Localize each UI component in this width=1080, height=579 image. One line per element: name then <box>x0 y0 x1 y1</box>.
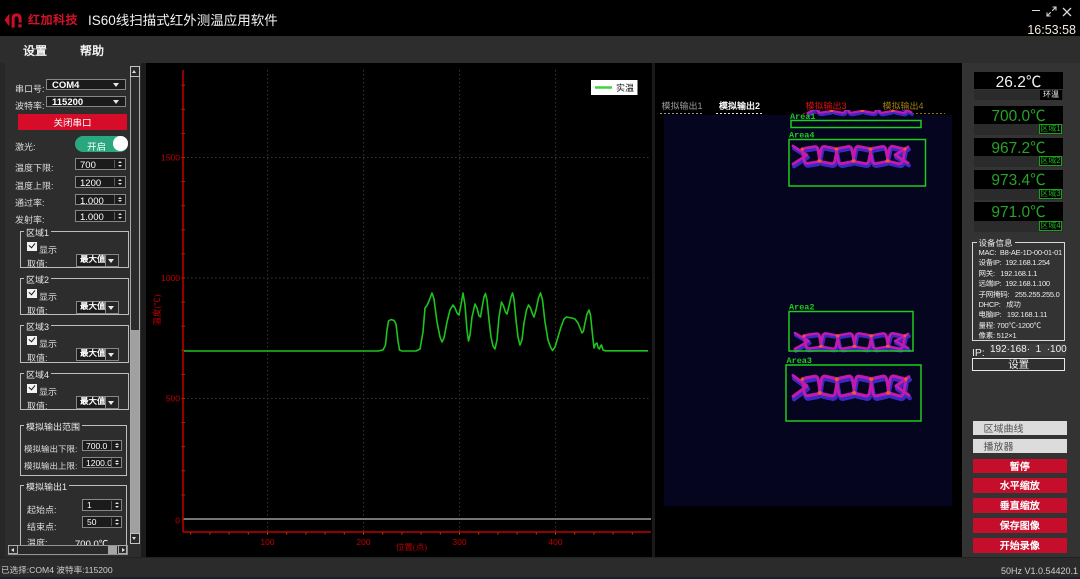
svg-text:400: 400 <box>548 537 562 547</box>
svg-text:Area4: Area4 <box>789 131 815 141</box>
svg-text:300: 300 <box>452 537 466 547</box>
svg-text:实温: 实温 <box>616 81 634 94</box>
svg-text:Area3: Area3 <box>787 356 813 366</box>
svg-text:500: 500 <box>166 394 180 404</box>
svg-text:Area1: Area1 <box>790 112 816 122</box>
svg-text:200: 200 <box>356 537 370 547</box>
svg-text:0: 0 <box>175 516 180 526</box>
svg-text:Area2: Area2 <box>789 303 815 313</box>
svg-text:1500: 1500 <box>161 153 180 163</box>
svg-text:位置(点): 位置(点) <box>396 541 427 553</box>
svg-text:温度(℃): 温度(℃) <box>151 294 163 325</box>
svg-text:1000: 1000 <box>161 273 180 283</box>
svg-text:100: 100 <box>260 537 274 547</box>
